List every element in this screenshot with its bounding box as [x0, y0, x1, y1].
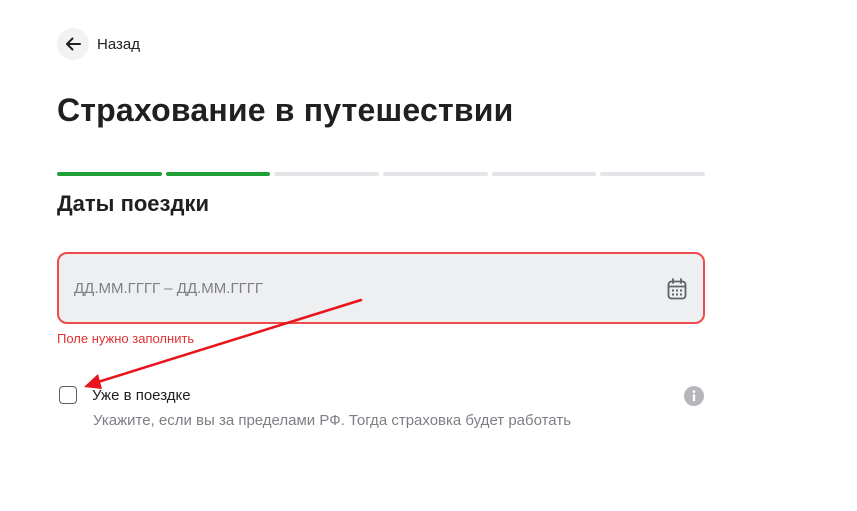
already-travelling-checkbox[interactable]: [59, 386, 77, 404]
already-travelling-option[interactable]: Уже в поездке: [59, 386, 191, 404]
trip-dates-field[interactable]: [57, 252, 705, 324]
trip-dates-input[interactable]: [59, 267, 636, 309]
section-title: Даты поездки: [57, 191, 209, 216]
already-travelling-hint: Укажите, если вы за пределами РФ. Тогда …: [93, 412, 572, 429]
page-title: Страхование в путешествии: [57, 92, 514, 128]
already-travelling-label[interactable]: Уже в поездке: [92, 387, 191, 404]
back-label[interactable]: Назад: [97, 36, 140, 53]
calendar-icon[interactable]: [667, 278, 687, 300]
progress-step-4: [383, 172, 488, 176]
progress-step-1: [57, 172, 162, 176]
info-icon[interactable]: [684, 386, 704, 406]
back-button[interactable]: Назад: [57, 28, 140, 60]
progress-step-3: [274, 172, 380, 176]
travel-insurance-page: Назад Страхование в путешествии Даты пое…: [0, 0, 857, 511]
back-circle[interactable]: [57, 28, 89, 60]
date-field-error: Поле нужно заполнить: [57, 331, 195, 346]
progress-step-5: [491, 172, 597, 176]
progress-step-6: [600, 172, 706, 176]
step-progress-bar: [57, 172, 706, 176]
progress-step-2: [165, 172, 271, 176]
arrow-left-icon: [66, 37, 81, 51]
